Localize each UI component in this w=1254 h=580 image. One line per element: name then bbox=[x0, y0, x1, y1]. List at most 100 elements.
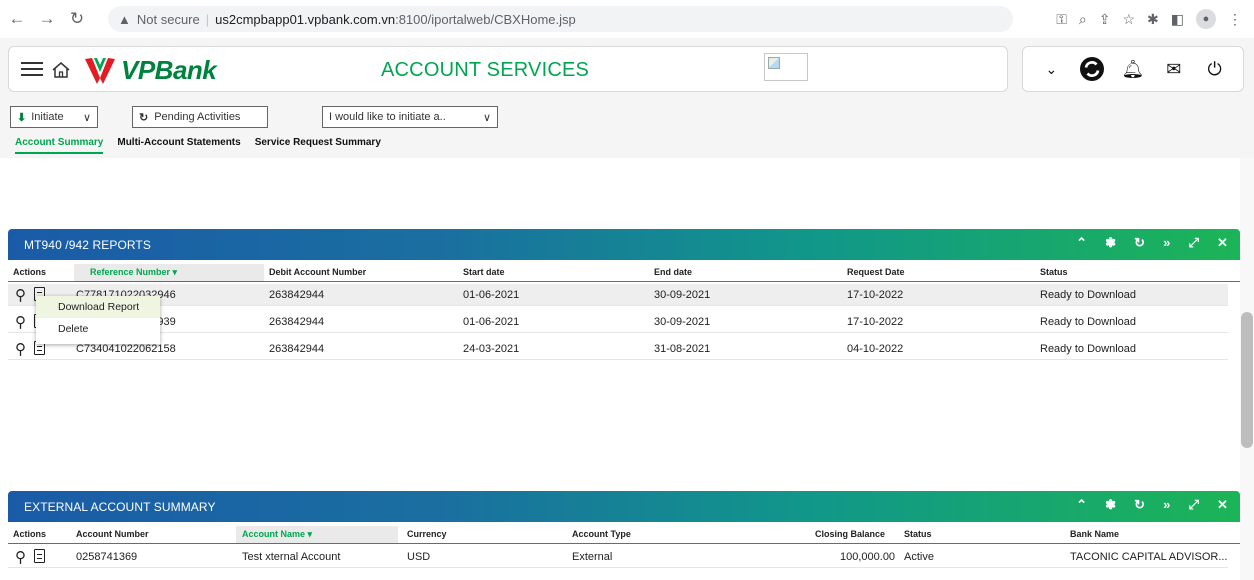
home-icon[interactable] bbox=[51, 61, 71, 79]
back-icon[interactable]: ← bbox=[4, 6, 30, 32]
col-closing-balance[interactable]: Closing Balance bbox=[815, 529, 885, 539]
chevron-up-icon[interactable]: ⌃ bbox=[1076, 497, 1087, 513]
delete-menu-item[interactable]: Delete bbox=[36, 318, 160, 340]
header-actions: ⌄ 🔔︎ ✉ ⏻ bbox=[1022, 46, 1244, 92]
chevron-down-icon: ∨ bbox=[82, 111, 91, 124]
tab-service-request-summary[interactable]: Service Request Summary bbox=[255, 132, 381, 154]
action-toolbar: ⬇ Initiate ∨ ↻ Pending Activities I woul… bbox=[0, 100, 1254, 132]
address-separator: | bbox=[205, 11, 210, 27]
table-row: ⚲ 0258741369 Test xternal Account USD Ex… bbox=[8, 546, 1228, 568]
browser-toolbar: ← → ↻ ▲ Not secure | us2cmpbapp01.vpbank… bbox=[0, 0, 1254, 38]
external-panel-title: EXTERNAL ACCOUNT SUMMARY bbox=[24, 499, 216, 514]
col-bank-name[interactable]: Bank Name bbox=[1070, 529, 1119, 539]
request-date: 04-10-2022 bbox=[847, 343, 904, 355]
col-start-date[interactable]: Start date bbox=[463, 267, 505, 277]
sidepanel-icon[interactable]: ◧ bbox=[1171, 11, 1184, 28]
col-status[interactable]: Status bbox=[904, 529, 932, 539]
row-context-menu: Download Report Delete bbox=[36, 296, 160, 344]
reference-number: C734041022062158 bbox=[76, 343, 176, 355]
star-icon[interactable]: ☆ bbox=[1122, 11, 1135, 28]
account-name: Test xternal Account bbox=[242, 551, 341, 563]
chevron-down-icon[interactable]: ⌄ bbox=[1036, 54, 1066, 84]
refresh-icon[interactable]: ↻ bbox=[1134, 235, 1145, 251]
col-debit-account-number[interactable]: Debit Account Number bbox=[269, 267, 366, 277]
search-icon[interactable]: ⚲ bbox=[15, 313, 26, 331]
warning-icon: ▲ bbox=[118, 11, 131, 27]
close-icon[interactable]: ✕ bbox=[1217, 497, 1228, 513]
document-icon[interactable] bbox=[34, 549, 45, 563]
vpbank-logo[interactable]: VPBank bbox=[83, 55, 217, 86]
search-icon[interactable]: ⚲ bbox=[15, 548, 26, 566]
tab-account-summary[interactable]: Account Summary bbox=[15, 132, 104, 154]
col-status[interactable]: Status bbox=[1040, 267, 1068, 277]
forward-icon[interactable]: » bbox=[1163, 497, 1170, 513]
initiate-select-value: I would like to initiate a.. bbox=[329, 111, 446, 123]
col-actions: Actions bbox=[13, 267, 47, 277]
page-title: ACCOUNT SERVICES bbox=[381, 59, 590, 81]
share-icon[interactable]: ⇪ bbox=[1099, 11, 1111, 28]
col-end-date[interactable]: End date bbox=[654, 267, 692, 277]
chevron-up-icon[interactable]: ⌃ bbox=[1076, 235, 1087, 251]
external-panel-tools: ⌃ ❃ ↻ » ⤢ ✕ bbox=[1076, 497, 1228, 513]
bell-icon[interactable]: 🔔︎ bbox=[1118, 54, 1148, 84]
external-panel-header: EXTERNAL ACCOUNT SUMMARY ⌃ ❃ ↻ » ⤢ ✕ bbox=[8, 491, 1240, 522]
request-date: 17-10-2022 bbox=[847, 316, 904, 328]
pending-activities-button[interactable]: ↻ Pending Activities bbox=[132, 106, 268, 128]
start-date: 24-03-2021 bbox=[463, 343, 520, 355]
account-number: 0258741369 bbox=[76, 551, 138, 563]
end-date: 30-09-2021 bbox=[654, 289, 711, 301]
forward-icon[interactable]: → bbox=[34, 6, 60, 32]
search-icon[interactable]: ⚲ bbox=[15, 286, 26, 304]
scrollbar-thumb[interactable] bbox=[1241, 312, 1253, 448]
expand-icon[interactable]: ⤢ bbox=[1189, 497, 1200, 513]
profile-icon[interactable]: ● bbox=[1196, 9, 1216, 29]
zoom-icon[interactable]: ⌕ bbox=[1079, 11, 1087, 28]
gear-icon[interactable]: ❃ bbox=[1105, 235, 1116, 251]
initiate-select[interactable]: I would like to initiate a.. ∨ bbox=[322, 106, 498, 128]
hamburger-icon[interactable] bbox=[21, 59, 43, 79]
search-icon[interactable]: ⚲ bbox=[15, 340, 26, 358]
broken-image-icon bbox=[764, 53, 808, 81]
address-bar[interactable]: ▲ Not secure | us2cmpbapp01.vpbank.com.v… bbox=[108, 6, 1013, 32]
initiate-dropdown[interactable]: ⬇ Initiate ∨ bbox=[10, 106, 98, 128]
key-icon[interactable]: ⚿ bbox=[1056, 11, 1067, 28]
forward-icon[interactable]: » bbox=[1163, 235, 1170, 251]
vpbank-logo-mark-icon bbox=[85, 57, 115, 84]
tab-multi-account-statements[interactable]: Multi-Account Statements bbox=[117, 132, 240, 154]
col-reference-number[interactable]: Reference Number ▾ bbox=[74, 264, 264, 281]
refresh-icon[interactable]: ↻ bbox=[1134, 497, 1145, 513]
col-currency[interactable]: Currency bbox=[407, 529, 447, 539]
extensions-icon[interactable]: ✱ bbox=[1147, 11, 1159, 28]
col-account-number[interactable]: Account Number bbox=[76, 529, 149, 539]
status: Ready to Download bbox=[1040, 343, 1137, 355]
menu-icon[interactable]: ⋮ bbox=[1228, 11, 1242, 28]
download-report-menu-item[interactable]: Download Report bbox=[36, 296, 160, 318]
col-account-name[interactable]: Account Name ▾ bbox=[236, 526, 398, 543]
request-date: 17-10-2022 bbox=[847, 289, 904, 301]
close-icon[interactable]: ✕ bbox=[1217, 235, 1228, 251]
debit-account-number: 263842944 bbox=[269, 343, 325, 355]
header-main: VPBank ACCOUNT SERVICES bbox=[8, 46, 1008, 92]
status: Active bbox=[904, 551, 934, 563]
bank-name: TACONIC CAPITAL ADVISOR... bbox=[1070, 551, 1228, 563]
expand-icon[interactable]: ⤢ bbox=[1189, 235, 1200, 251]
col-actions: Actions bbox=[13, 529, 47, 539]
col-request-date[interactable]: Request Date bbox=[847, 267, 905, 277]
power-icon[interactable]: ⏻ bbox=[1200, 54, 1230, 84]
debit-account-number: 263842944 bbox=[269, 289, 325, 301]
reload-icon[interactable]: ↻ bbox=[64, 6, 90, 32]
mail-icon[interactable]: ✉ bbox=[1159, 54, 1189, 84]
not-secure-label: Not secure bbox=[136, 11, 200, 27]
gear-icon[interactable]: ❃ bbox=[1105, 497, 1116, 513]
browser-action-icons: ⚿ ⌕ ⇪ ☆ ✱ ◧ ● ⋮ bbox=[1056, 6, 1242, 32]
mt940-panel-title: MT940 /942 REPORTS bbox=[24, 237, 151, 252]
sync-icon[interactable] bbox=[1077, 54, 1107, 84]
currency: USD bbox=[407, 551, 431, 563]
brand-name: VPBank bbox=[121, 55, 217, 85]
col-account-type[interactable]: Account Type bbox=[572, 529, 631, 539]
end-date: 30-09-2021 bbox=[654, 316, 711, 328]
end-date: 31-08-2021 bbox=[654, 343, 711, 355]
chevron-down-icon: ∨ bbox=[482, 111, 491, 124]
status: Ready to Download bbox=[1040, 289, 1137, 301]
mt940-panel-tools: ⌃ ❃ ↻ » ⤢ ✕ bbox=[1076, 235, 1228, 251]
